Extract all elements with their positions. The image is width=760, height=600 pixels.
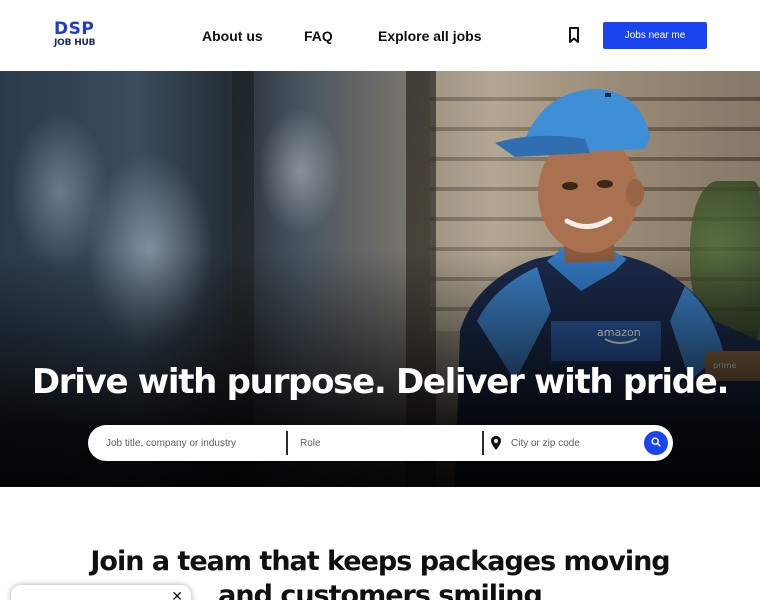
site-header: DSP JOB HUB About us FAQ Explore all job… <box>0 0 760 71</box>
nav-faq[interactable]: FAQ <box>304 28 333 45</box>
job-search-bar: Job title, company or industry Role City… <box>88 425 673 461</box>
hero-banner: amazon prime Drive with purpose. Deliver… <box>0 71 760 487</box>
jobs-near-me-button[interactable]: Jobs near me <box>603 22 707 49</box>
bookmark-icon[interactable] <box>566 26 582 44</box>
search-divider <box>482 431 484 455</box>
notification-popup: ✕ <box>11 585 191 600</box>
section-heading-line-1: Join a team that keeps packages moving <box>90 546 670 577</box>
section-heading-line-2: and customers smiling <box>218 580 543 600</box>
search-divider <box>286 431 288 455</box>
close-icon[interactable]: ✕ <box>171 589 183 600</box>
search-button[interactable] <box>644 431 668 455</box>
dsp-job-hub-logo[interactable]: DSP JOB HUB <box>54 21 98 53</box>
location-pin-icon <box>490 435 502 451</box>
role-input[interactable]: Role <box>300 425 480 461</box>
job-title-input[interactable]: Job title, company or industry <box>106 425 286 461</box>
location-input[interactable]: City or zip code <box>511 425 641 461</box>
nav-explore-all-jobs[interactable]: Explore all jobs <box>378 28 481 45</box>
logo-line-1: DSP <box>54 19 95 39</box>
search-icon <box>651 434 661 452</box>
logo-line-2: JOB HUB <box>54 38 96 48</box>
hero-title: Drive with purpose. Deliver with pride. <box>31 362 730 402</box>
nav-about-us[interactable]: About us <box>202 28 263 45</box>
